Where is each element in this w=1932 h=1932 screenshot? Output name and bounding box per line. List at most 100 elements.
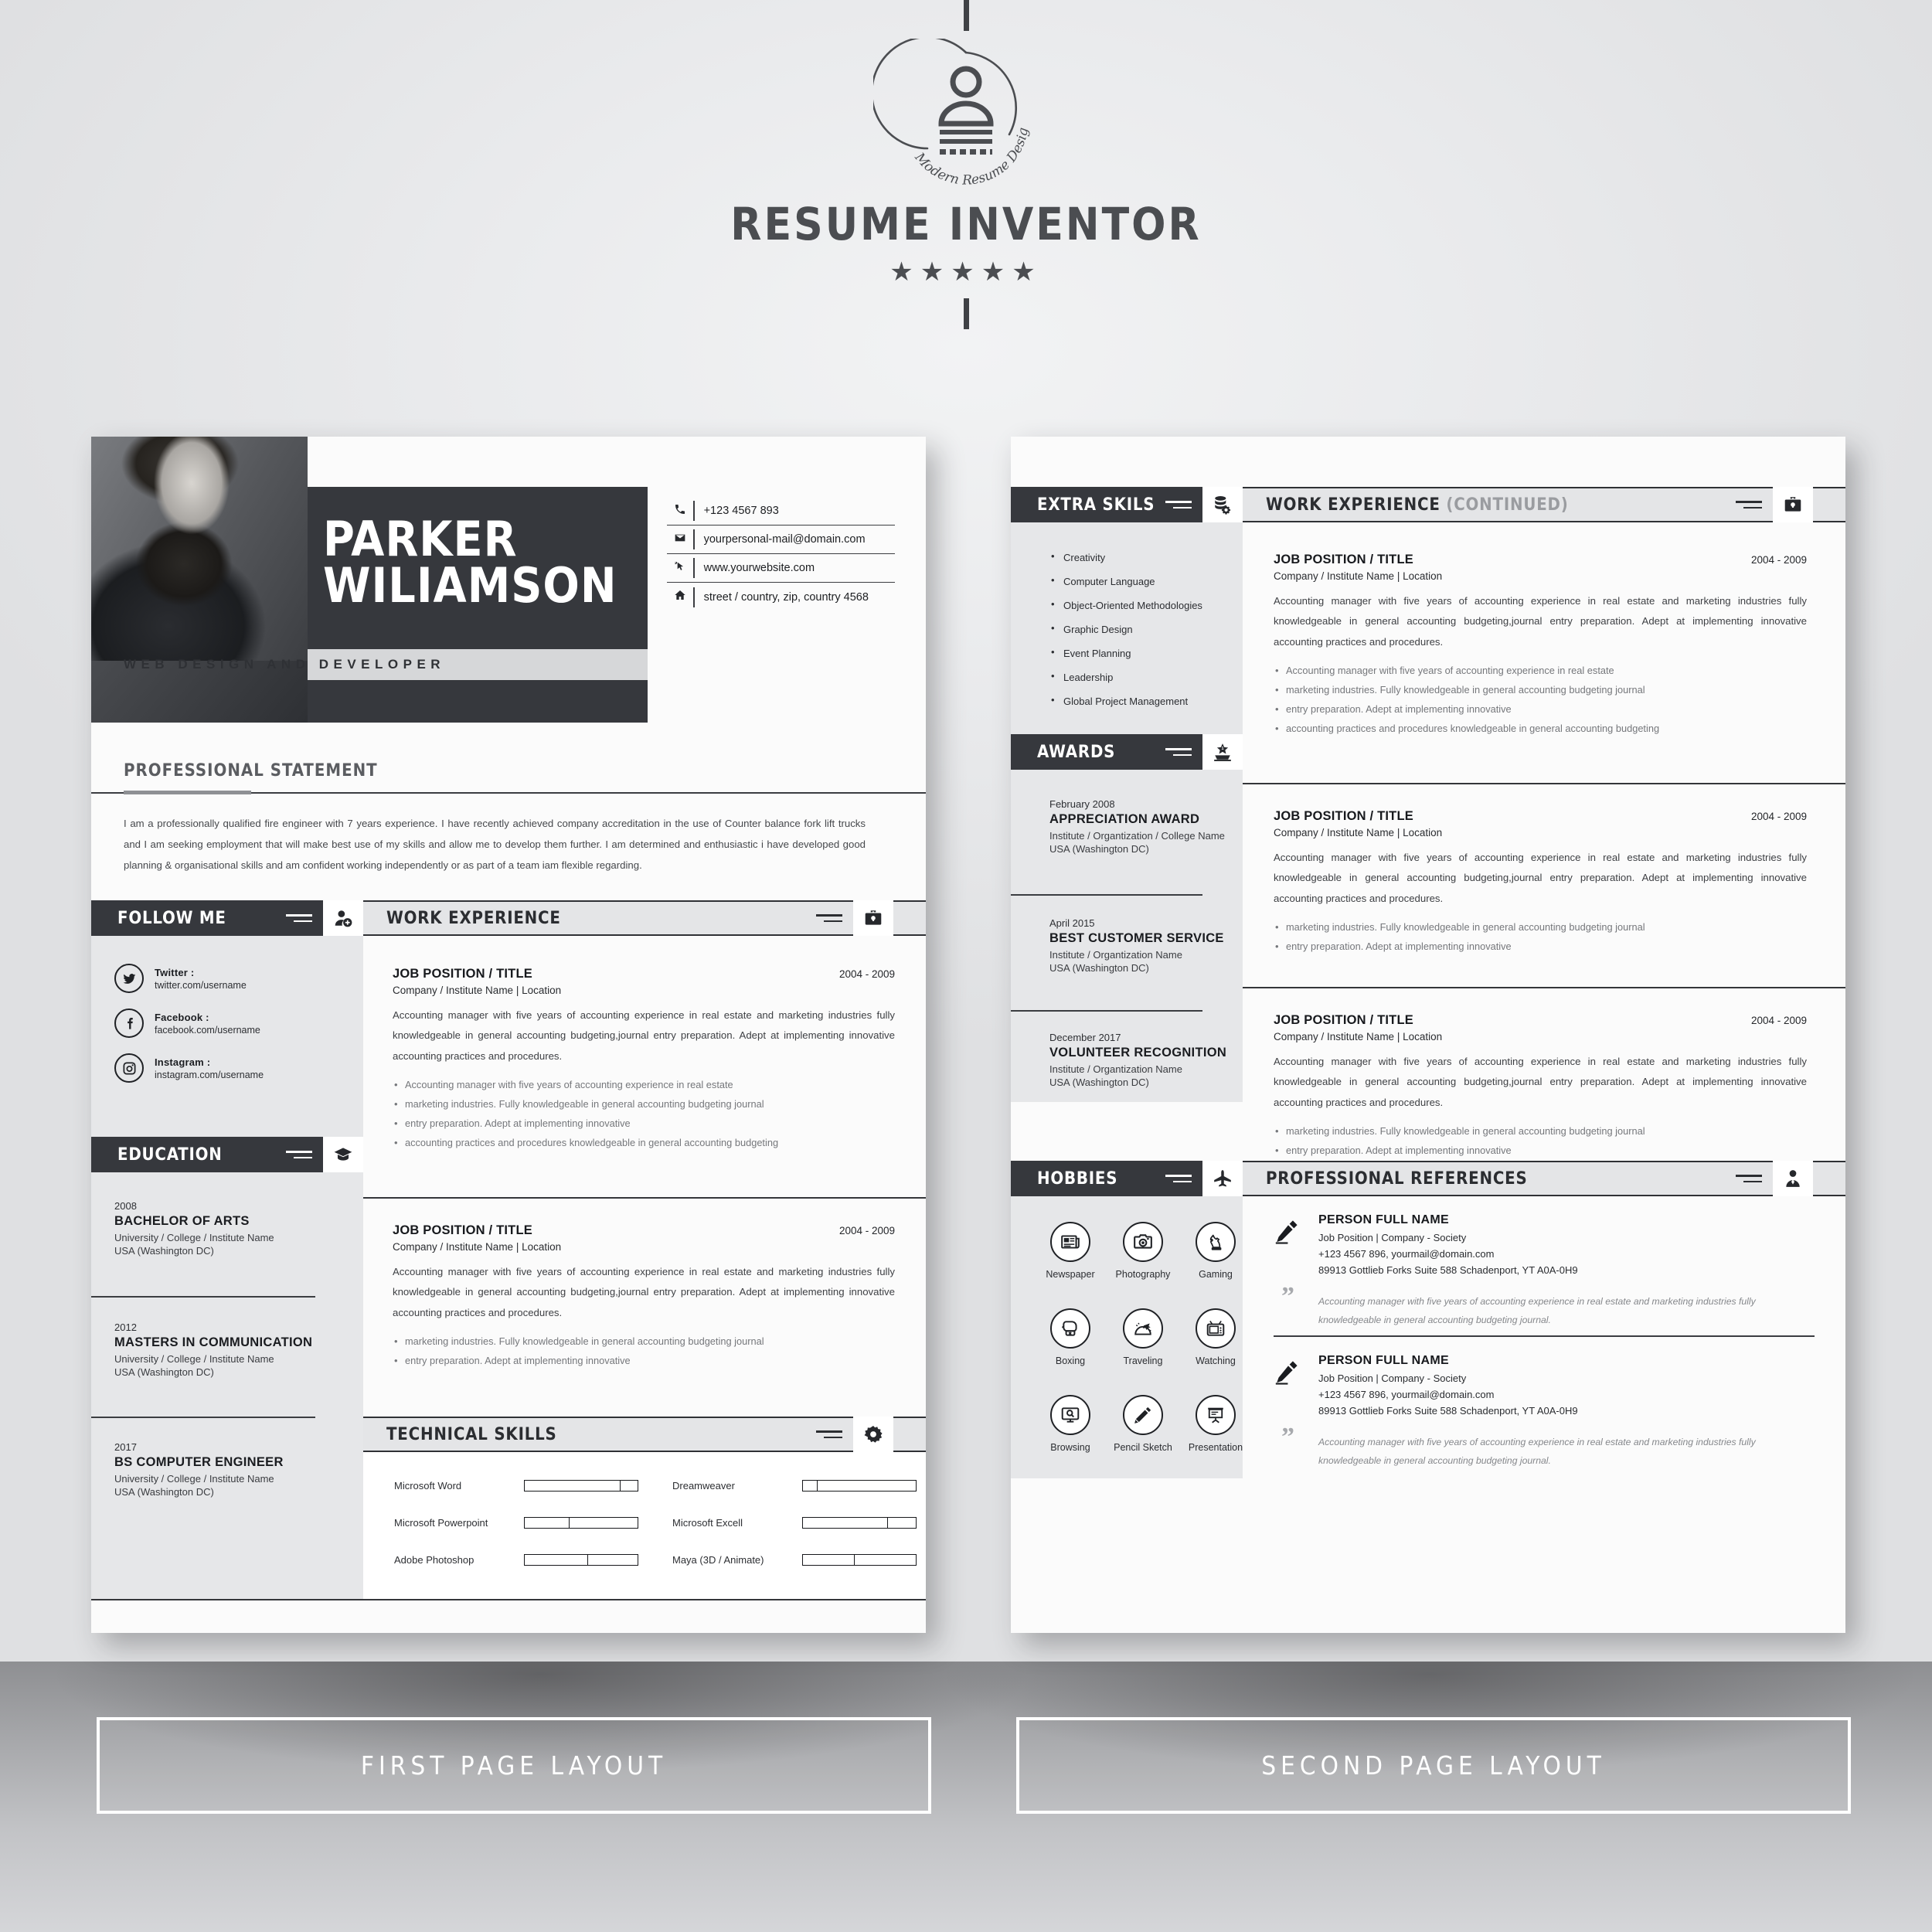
- job-bullet: entry preparation. Adept at implementing…: [1274, 937, 1807, 957]
- chess-knight-icon: [1196, 1222, 1236, 1262]
- pen-nib-icon: [1274, 1216, 1300, 1246]
- caption-first-page: FIRST PAGE LAYOUT: [97, 1717, 931, 1814]
- contact-row[interactable]: street / country, zip, country 4568: [667, 583, 895, 611]
- pen-nib-icon: [1274, 1357, 1300, 1386]
- award-item: December 2017 VOLUNTEER RECOGNITION Inst…: [1049, 1032, 1243, 1088]
- work-experience-item: JOB POSITION / TITLE 2004 - 2009 Company…: [393, 967, 895, 1153]
- job-title: JOB POSITION / TITLE: [1274, 809, 1413, 823]
- social-url: twitter.com/username: [155, 979, 247, 991]
- statement-underline: [124, 791, 251, 794]
- job-company: Company / Institute Name | Location: [1274, 827, 1443, 838]
- job-bullet: Accounting manager with five years of ac…: [393, 1075, 895, 1095]
- extra-skill-item: Leadership: [1049, 671, 1243, 682]
- skill-level-bar: [802, 1554, 917, 1566]
- award-date: April 2015: [1049, 917, 1095, 929]
- graduation-cap-icon: [323, 1137, 363, 1172]
- skill-level-bar: [802, 1480, 917, 1492]
- education-location: USA (Washington DC): [114, 1366, 214, 1378]
- caption-second-page: SECOND PAGE LAYOUT: [1016, 1717, 1851, 1814]
- svg-text:Modern Resume Design: Modern Resume Design: [873, 39, 1032, 189]
- contact-value: yourpersonal-mail@domain.com: [703, 533, 866, 546]
- job-bullet: entry preparation. Adept at implementing…: [393, 1351, 895, 1371]
- social-link-instagram[interactable]: Instagram : instagram.com/username: [114, 1053, 264, 1083]
- section-title-extra-skills: EXTRA SKILS: [1037, 495, 1155, 515]
- extra-skill-item: Creativity: [1049, 551, 1243, 563]
- section-bar-follow-me: FOLLOW ME: [91, 900, 363, 936]
- instagram-icon: [114, 1053, 144, 1083]
- section-title-references: PROFESSIONAL REFERENCES: [1266, 1168, 1528, 1189]
- skill-level-bar: [524, 1554, 638, 1566]
- award-date: December 2017: [1049, 1032, 1121, 1043]
- brand-logo-block: Modern Resume Design RESUME INVENTOR ★★★…: [0, 0, 1932, 386]
- section-title-hobbies: HOBBIES: [1037, 1168, 1118, 1189]
- contact-row[interactable]: yourpersonal-mail@domain.com: [667, 526, 895, 554]
- education-location: USA (Washington DC): [114, 1245, 214, 1257]
- job-date: 2004 - 2009: [1750, 1015, 1807, 1026]
- job-bullets: marketing industries. Fully knowledgeabl…: [1274, 1121, 1807, 1161]
- bar-lines-decor: [1159, 748, 1192, 756]
- skill-level-bar: [524, 1517, 638, 1529]
- education-year: 2008: [114, 1200, 137, 1212]
- logo-tagline: Modern Resume Design: [869, 27, 1032, 189]
- skill-row: Microsoft Powerpoint: [394, 1517, 638, 1529]
- social-label: Instagram :: [155, 1056, 211, 1068]
- job-company: Company / Institute Name | Location: [1274, 570, 1443, 582]
- section-bar-education: EDUCATION: [91, 1137, 363, 1172]
- job-company: Company / Institute Name | Location: [1274, 1031, 1443, 1043]
- award-location: USA (Washington DC): [1049, 962, 1149, 974]
- skill-level-bar: [802, 1517, 917, 1529]
- award-location: USA (Washington DC): [1049, 843, 1149, 855]
- reference-address: 89913 Gottlieb Forks Suite 588 Schadenpo…: [1318, 1264, 1578, 1276]
- award-org: Institute / Organtization / College Name: [1049, 830, 1225, 842]
- reference-quote: Accounting manager with five years of ac…: [1318, 1437, 1756, 1466]
- job-bullet: marketing industries. Fully knowledgeabl…: [1274, 1121, 1807, 1141]
- hobby-label: Watching: [1196, 1355, 1236, 1366]
- extra-skill-item: Event Planning: [1049, 647, 1243, 658]
- social-link-twitter[interactable]: Twitter : twitter.com/username: [114, 964, 247, 993]
- contact-row[interactable]: www.yourwebsite.com: [667, 554, 895, 583]
- person-name-last: WILIAMSON: [323, 556, 617, 614]
- award-divider: [1011, 894, 1202, 896]
- job-date: 2004 - 2009: [1750, 811, 1807, 822]
- job-bullet: accounting practices and procedures know…: [1274, 719, 1807, 739]
- section-bar-work-experience: WORK EXPERIENCE: [363, 900, 926, 936]
- section-title-work-main: WORK EXPERIENCE: [1266, 495, 1447, 515]
- reference-item: PERSON FULL NAME Job Position | Company …: [1274, 1213, 1815, 1330]
- social-url: facebook.com/username: [155, 1024, 260, 1036]
- social-link-facebook[interactable]: Facebook : facebook.com/username: [114, 1009, 260, 1038]
- education-divider: [91, 1417, 315, 1418]
- skill-row: Dreamweaver: [672, 1480, 917, 1492]
- job-bullet: marketing industries. Fully knowledgeabl…: [393, 1094, 895, 1114]
- contact-row[interactable]: +123 4567 893: [667, 497, 895, 526]
- job-bullet: entry preparation. Adept at implementing…: [1274, 699, 1807, 719]
- person-name-first: PARKER: [323, 511, 518, 567]
- contact-value: www.yourwebsite.com: [703, 562, 815, 574]
- social-label: Facebook :: [155, 1011, 209, 1023]
- education-item: 2017 BS COMPUTER ENGINEER University / C…: [114, 1441, 354, 1498]
- bar-lines-decor: [1159, 1175, 1192, 1182]
- database-gear-icon: [1202, 487, 1243, 522]
- bar-lines-decor: [280, 1151, 312, 1158]
- home-icon: [667, 589, 693, 605]
- bar-lines-decor: [280, 914, 312, 922]
- extra-skill-item: Computer Language: [1049, 575, 1243, 587]
- bar-lines-decor: [810, 914, 842, 922]
- job-date: 2004 - 2009: [838, 1225, 895, 1236]
- resume-page-2: EXTRA SKILS WORK EXPERIENCE (CONTINUED) …: [1011, 437, 1845, 1633]
- award-name: BEST CUSTOMER SERVICE: [1049, 931, 1224, 945]
- presentation-board-icon: [1196, 1395, 1236, 1435]
- skill-name: Microsoft Word: [394, 1480, 462, 1492]
- pencil-icon: [1123, 1395, 1163, 1435]
- quote-mark-icon: ”: [1281, 1423, 1294, 1451]
- education-location: USA (Washington DC): [114, 1486, 214, 1498]
- contact-list: +123 4567 893 yourpersonal-mail@domain.c…: [667, 497, 895, 611]
- bar-lines-decor: [810, 1430, 842, 1438]
- job-description: Accounting manager with five years of ac…: [1274, 595, 1807, 648]
- section-bar-technical-skills: TECHNICAL SKILLS: [363, 1417, 926, 1452]
- work-experience-item: JOB POSITION / TITLE 2004 - 2009 Company…: [1274, 809, 1807, 957]
- user-add-icon: [323, 900, 363, 936]
- tick-mark-top: [963, 0, 969, 31]
- section-title-work-continued: WORK EXPERIENCE (CONTINUED): [1243, 495, 1730, 515]
- award-podium-icon: 1: [1202, 734, 1243, 770]
- contact-value: street / country, zip, country 4568: [703, 590, 869, 604]
